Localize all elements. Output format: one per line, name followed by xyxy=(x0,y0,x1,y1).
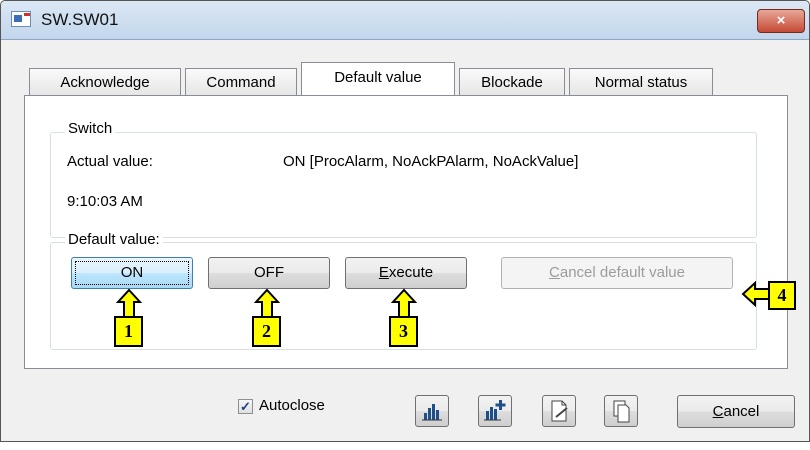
tab-normal-status[interactable]: Normal status xyxy=(569,68,713,95)
copy-document-icon xyxy=(613,400,630,423)
actual-value-label: Actual value: xyxy=(67,153,153,170)
cancel-default-value-button[interactable]: Cancel default value xyxy=(501,257,733,289)
callout-arrow-2 xyxy=(254,288,280,318)
cancel-button[interactable]: Cancel xyxy=(677,395,795,428)
cancel-button-label: ancel xyxy=(723,403,760,420)
chart-add-icon xyxy=(484,400,506,421)
tab-command[interactable]: Command xyxy=(185,68,297,95)
cancel-default-mnemonic: C xyxy=(549,264,560,281)
off-button[interactable]: OFF xyxy=(208,257,330,289)
execute-mnemonic: E xyxy=(378,264,389,281)
cancel-mnemonic: C xyxy=(712,403,724,420)
execute-button[interactable]: Execute xyxy=(345,257,467,289)
switch-group xyxy=(50,132,757,238)
edit-document-icon xyxy=(551,400,568,422)
callout-3: 3 xyxy=(389,316,418,347)
execute-button-label: xecute xyxy=(388,264,434,281)
chart-add-button[interactable] xyxy=(478,395,512,427)
callout-arrow-3 xyxy=(391,288,417,318)
callout-1: 1 xyxy=(114,316,143,347)
dialog-window: SW.SW01 × Acknowledge Command Default va… xyxy=(0,0,810,442)
callout-2: 2 xyxy=(252,316,281,347)
window-title: SW.SW01 xyxy=(41,10,119,29)
chart-button[interactable] xyxy=(415,395,449,427)
autoclose-label: Autoclose xyxy=(259,397,325,414)
tab-blockade[interactable]: Blockade xyxy=(459,68,565,95)
switch-group-label: Switch xyxy=(65,120,116,137)
chart-icon xyxy=(422,404,442,421)
app-icon xyxy=(11,11,31,27)
timestamp: 9:10:03 AM xyxy=(67,193,143,210)
edit-document-button[interactable] xyxy=(542,395,576,427)
callout-arrow-1 xyxy=(116,288,142,318)
on-button[interactable]: ON xyxy=(71,257,193,289)
tab-default-value[interactable]: Default value xyxy=(301,62,455,95)
callout-arrow-4 xyxy=(741,281,771,307)
off-button-label: OFF xyxy=(254,264,284,281)
cancel-default-button-label: ancel default value xyxy=(559,264,685,281)
autoclose-checkbox[interactable]: ✓ xyxy=(238,399,253,414)
callout-4: 4 xyxy=(768,281,796,310)
copy-document-button[interactable] xyxy=(604,395,638,427)
close-button[interactable]: × xyxy=(757,9,805,33)
title-bar[interactable]: SW.SW01 × xyxy=(1,1,809,40)
tab-acknowledge[interactable]: Acknowledge xyxy=(29,68,181,95)
actual-value: ON [ProcAlarm, NoAckPAlarm, NoAckValue] xyxy=(283,153,579,170)
default-value-group-label: Default value: xyxy=(65,231,163,248)
on-button-label: ON xyxy=(120,264,144,281)
